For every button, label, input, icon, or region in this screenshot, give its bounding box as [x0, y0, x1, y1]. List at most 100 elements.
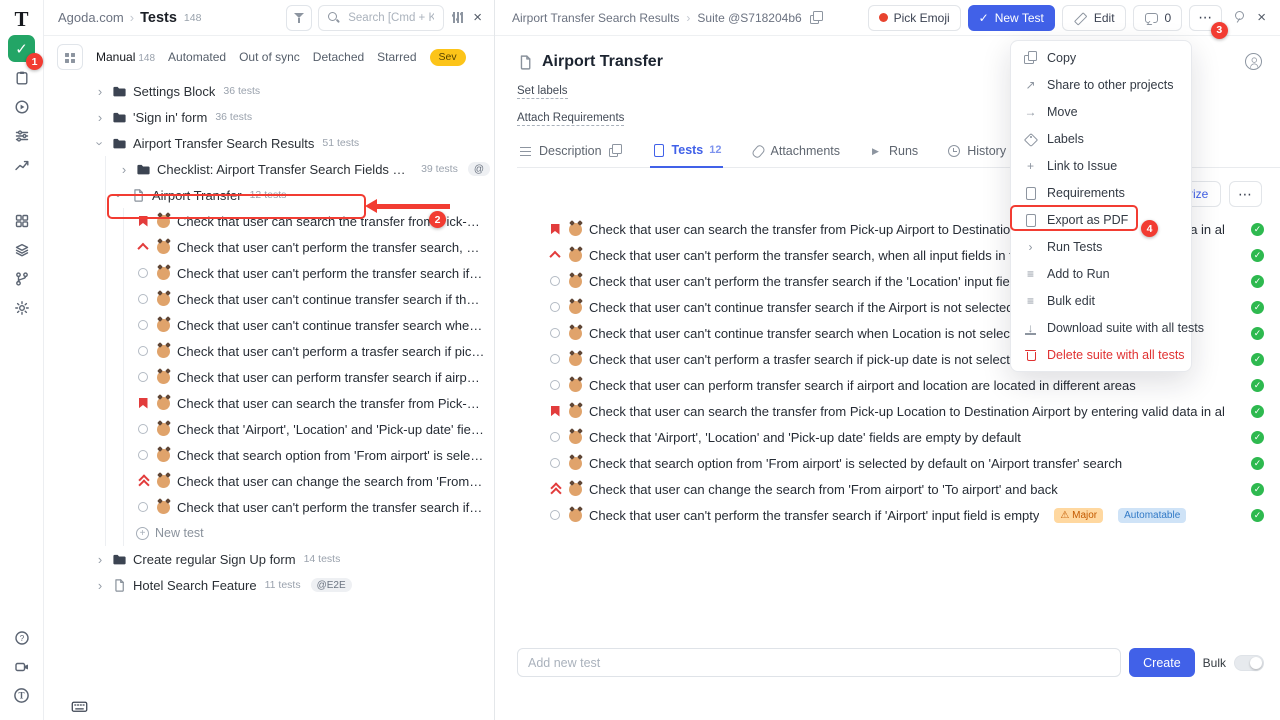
keyboard-shortcuts-icon[interactable] — [71, 698, 88, 718]
tab-tests[interactable]: Tests 12 — [650, 143, 723, 168]
test-row[interactable]: Check that user can't continue transfer … — [44, 286, 494, 312]
filter-starred[interactable]: Starred — [377, 50, 416, 64]
chevron-right-icon[interactable]: › — [94, 111, 106, 124]
tree-node-sign-in-form[interactable]: › 'Sign in' form 36 tests — [44, 104, 494, 130]
menu-item-label: Bulk edit — [1047, 294, 1095, 308]
search-input[interactable] — [346, 11, 436, 25]
tab-description[interactable]: Description — [517, 143, 624, 167]
copy-icon[interactable] — [608, 144, 623, 158]
test-row[interactable]: Check that user can search the transfer … — [44, 208, 494, 234]
test-row[interactable]: Check that user can perform transfer sea… — [517, 372, 1264, 398]
rail-item-filters[interactable] — [8, 122, 35, 149]
help-button[interactable]: ? — [8, 624, 35, 651]
test-row[interactable]: Check that user can't perform the transf… — [44, 234, 494, 260]
menu-item-copy[interactable]: Copy — [1011, 44, 1191, 71]
set-labels-link[interactable]: Set labels — [517, 85, 568, 99]
chevron-down-icon[interactable]: › — [94, 137, 107, 149]
rail-item-dashboard[interactable] — [8, 207, 35, 234]
test-emoji-icon — [157, 475, 170, 488]
filter-detached[interactable]: Detached — [313, 50, 364, 64]
rail-item-integrations[interactable] — [8, 265, 35, 292]
tree-node-hotel-search[interactable]: › Hotel Search Feature 11 tests @E2E — [44, 572, 494, 598]
chevron-right-icon[interactable]: › — [94, 579, 106, 592]
menu-item-move[interactable]: Move — [1011, 98, 1191, 125]
add-test-input[interactable] — [517, 648, 1121, 677]
menu-item-link-to-issue[interactable]: Link to Issue — [1011, 152, 1191, 179]
tree-node-create-signup[interactable]: › Create regular Sign Up form 14 tests — [44, 546, 494, 572]
vertical-sliders-icon — [450, 10, 465, 24]
comments-button[interactable]: 0 — [1133, 5, 1183, 31]
project-name[interactable]: Agoda.com — [58, 10, 124, 25]
menu-item-run-tests[interactable]: Run Tests — [1011, 233, 1191, 260]
test-row[interactable]: Check that user can't perform the transf… — [517, 502, 1264, 528]
suite-count: 39 tests — [421, 163, 458, 175]
rail-item-tests[interactable]: ✓ 1 — [8, 35, 35, 62]
test-emoji-icon — [157, 293, 170, 306]
bulk-toggle[interactable] — [1234, 655, 1264, 671]
rail-item-settings[interactable] — [8, 294, 35, 321]
filter-button[interactable] — [286, 5, 312, 31]
chevron-right-icon[interactable]: › — [118, 163, 130, 176]
filter-automated[interactable]: Automated — [168, 50, 226, 64]
chevron-right-icon[interactable]: › — [94, 85, 106, 98]
test-row[interactable]: Check that user can't continue transfer … — [44, 312, 494, 338]
bulk-label: Bulk — [1203, 656, 1226, 670]
tree-node-settings-block[interactable]: › Settings Block 36 tests — [44, 78, 494, 104]
test-row[interactable]: Check that user can't perform a trasfer … — [44, 338, 494, 364]
filter-out-of-sync[interactable]: Out of sync — [239, 50, 300, 64]
tab-runs[interactable]: ▶ Runs — [867, 143, 919, 167]
filter-manual[interactable]: Manual148 — [96, 50, 155, 64]
close-suite-button[interactable]: × — [1255, 8, 1268, 27]
tab-attachments[interactable]: Attachments — [749, 143, 841, 167]
copy-suite-id-icon[interactable] — [809, 11, 824, 25]
test-row[interactable]: Check that user can search the transfer … — [44, 390, 494, 416]
rail-item-analytics[interactable] — [8, 151, 35, 178]
new-test-button[interactable]: ✓ New Test — [968, 5, 1055, 31]
test-row[interactable]: Check that search option from 'From airp… — [44, 442, 494, 468]
test-row[interactable]: Check that 'Airport', 'Location' and 'Pi… — [44, 416, 494, 442]
video-tour-button[interactable] — [8, 653, 35, 680]
test-row[interactable]: Check that user can't perform the transf… — [44, 494, 494, 520]
list-more-button[interactable]: ⋯ — [1229, 181, 1262, 207]
test-row[interactable]: Check that user can perform transfer sea… — [44, 364, 494, 390]
search-box[interactable] — [318, 5, 444, 31]
menu-item-delete-suite-with-all-tests[interactable]: Delete suite with all tests — [1011, 341, 1191, 368]
breadcrumb-parent[interactable]: Airport Transfer Search Results — [512, 11, 679, 25]
view-mode-button[interactable] — [57, 44, 83, 70]
view-settings-button[interactable] — [450, 10, 465, 26]
folder-icon — [112, 110, 127, 125]
tree-new-test[interactable]: + New test — [44, 520, 494, 546]
tree-node-airport-results[interactable]: › Airport Transfer Search Results 51 tes… — [44, 130, 494, 156]
chevron-down-icon[interactable]: › — [113, 189, 126, 201]
panel-close-button[interactable]: × — [471, 8, 484, 27]
filter-severity-pill[interactable]: Sev — [430, 49, 466, 66]
menu-item-bulk-edit[interactable]: Bulk edit — [1011, 287, 1191, 314]
menu-item-add-to-run[interactable]: Add to Run — [1011, 260, 1191, 287]
rail-item-runs[interactable] — [8, 93, 35, 120]
tree-node-checklist[interactable]: › Checklist: Airport Transfer Search Fie… — [44, 156, 494, 182]
chevron-right-icon[interactable]: › — [94, 553, 106, 566]
svg-text:?: ? — [19, 634, 24, 643]
attach-requirements-link[interactable]: Attach Requirements — [517, 112, 624, 126]
test-row[interactable]: Check that user can change the search fr… — [44, 468, 494, 494]
test-row[interactable]: Check that user can change the search fr… — [517, 476, 1264, 502]
test-row[interactable]: Check that 'Airport', 'Location' and 'Pi… — [517, 424, 1264, 450]
menu-item-labels[interactable]: Labels — [1011, 125, 1191, 152]
test-row[interactable]: Check that user can't perform the transf… — [44, 260, 494, 286]
test-row[interactable]: Check that search option from 'From airp… — [517, 450, 1264, 476]
pin-button[interactable] — [1229, 9, 1248, 26]
create-button[interactable]: Create — [1129, 648, 1195, 677]
test-emoji-icon — [569, 301, 582, 314]
menu-item-export-as-pdf[interactable]: Export as PDF — [1011, 206, 1191, 233]
edit-button[interactable]: Edit — [1062, 5, 1126, 31]
tab-history[interactable]: History — [945, 143, 1007, 167]
rail-item-docs[interactable] — [8, 236, 35, 263]
avatar[interactable] — [1245, 53, 1262, 70]
menu-item-requirements[interactable]: Requirements — [1011, 179, 1191, 206]
test-row[interactable]: Check that user can search the transfer … — [517, 398, 1264, 424]
more-actions-button[interactable]: ⋯ 3 — [1189, 5, 1222, 31]
support-button[interactable]: T — [8, 682, 35, 709]
menu-item-download-suite-with-all-tests[interactable]: Download suite with all tests — [1011, 314, 1191, 341]
pick-emoji-button[interactable]: Pick Emoji — [868, 5, 961, 31]
menu-item-share-to-other-projects[interactable]: Share to other projects — [1011, 71, 1191, 98]
